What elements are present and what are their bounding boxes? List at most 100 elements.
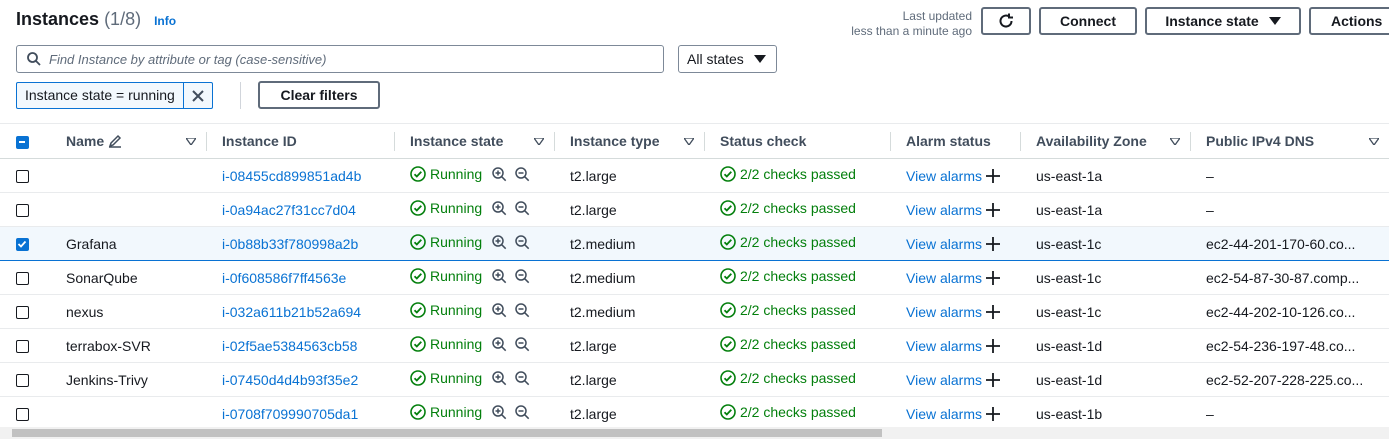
instance-id-link[interactable]: i-07450d4d4b93f35e2 [206, 362, 394, 397]
instance-id-link[interactable]: i-0f608586f7ff4563e [206, 260, 394, 295]
row-checkbox[interactable] [16, 306, 29, 320]
row-checkbox[interactable] [16, 340, 29, 354]
refresh-button[interactable] [981, 7, 1031, 35]
instance-state-text: Running [430, 370, 483, 386]
check-circle-icon [720, 200, 736, 216]
row-checkbox[interactable] [16, 374, 29, 388]
public-dns-cell: ec2-52-207-228-225.co... [1190, 362, 1389, 397]
plus-icon[interactable] [986, 270, 1000, 285]
zoom-in-icon[interactable] [492, 167, 507, 182]
availability-zone-cell: us-east-1a [1020, 158, 1190, 193]
view-alarms-link[interactable]: View alarms [906, 304, 982, 320]
table-row[interactable]: Grafana i-0b88b33f780998a2b Running t2.medi… [0, 226, 1389, 261]
zoom-out-icon[interactable] [515, 167, 530, 182]
zoom-in-icon[interactable] [492, 269, 507, 284]
view-alarms-link[interactable]: View alarms [906, 372, 982, 388]
table-row[interactable]: terrabox-SVR i-02f5ae5384563cb58 Running t2… [0, 328, 1389, 363]
availability-zone-cell: us-east-1c [1020, 226, 1190, 261]
col-public-dns[interactable]: Public IPv4 DNS [1190, 123, 1389, 159]
zoom-out-icon[interactable] [515, 337, 530, 352]
zoom-in-icon[interactable] [492, 201, 507, 216]
search-box[interactable] [16, 45, 664, 73]
col-name[interactable]: Name [50, 123, 206, 159]
row-select-cell [0, 328, 50, 363]
view-alarms-link[interactable]: View alarms [906, 406, 982, 422]
table-row[interactable]: i-0708f709990705da1 Running t2.large 2/2 ch… [0, 396, 1389, 431]
table-row[interactable]: SonarQube i-0f608586f7ff4563e Running t2.me… [0, 260, 1389, 295]
instance-state-cell: Running [394, 192, 554, 227]
zoom-out-icon[interactable] [515, 303, 530, 318]
zoom-out-icon[interactable] [515, 371, 530, 386]
view-alarms-link[interactable]: View alarms [906, 168, 982, 184]
instance-id-link[interactable]: i-02f5ae5384563cb58 [206, 328, 394, 363]
actions-button[interactable]: Actions [1309, 7, 1389, 35]
clear-filters-button[interactable]: Clear filters [258, 81, 380, 109]
check-circle-icon [410, 370, 426, 386]
status-check-cell: 2/2 checks passed [704, 294, 890, 329]
info-link[interactable]: Info [154, 14, 176, 28]
view-alarms-link[interactable]: View alarms [906, 270, 982, 286]
view-alarms-link[interactable]: View alarms [906, 236, 982, 252]
scrollbar-thumb[interactable] [12, 429, 882, 437]
alarm-status-cell: View alarms [890, 226, 1020, 261]
instance-id-link[interactable]: i-0b88b33f780998a2b [206, 226, 394, 261]
instance-id-link[interactable]: i-0a94ac27f31cc7d04 [206, 192, 394, 227]
row-checkbox[interactable] [16, 238, 29, 252]
view-alarms-link[interactable]: View alarms [906, 338, 982, 354]
instance-id-link[interactable]: i-0708f709990705da1 [206, 396, 394, 431]
instance-type-cell: t2.large [554, 328, 704, 363]
status-check-text: 2/2 checks passed [740, 404, 856, 420]
zoom-out-icon[interactable] [515, 405, 530, 420]
select-all-checkbox[interactable] [16, 135, 29, 149]
instance-state-cell: Running [394, 362, 554, 397]
row-checkbox[interactable] [16, 272, 29, 286]
zoom-in-icon[interactable] [492, 303, 507, 318]
connect-button[interactable]: Connect [1039, 7, 1137, 35]
row-checkbox[interactable] [16, 408, 29, 422]
zoom-in-icon[interactable] [492, 371, 507, 386]
search-icon [27, 52, 41, 66]
plus-icon[interactable] [986, 304, 1000, 319]
plus-icon[interactable] [986, 338, 1000, 353]
zoom-in-icon[interactable] [492, 405, 507, 420]
table-row[interactable]: Jenkins-Trivy i-07450d4d4b93f35e2 Running t… [0, 362, 1389, 397]
col-alarm-status[interactable]: Alarm status [890, 123, 1020, 159]
row-checkbox[interactable] [16, 170, 29, 184]
col-instance-type[interactable]: Instance type [554, 123, 704, 159]
table-row[interactable]: i-0a94ac27f31cc7d04 Running t2.large 2/2 ch… [0, 192, 1389, 227]
check-circle-icon [410, 302, 426, 318]
zoom-out-icon[interactable] [515, 201, 530, 216]
col-instance-state[interactable]: Instance state [394, 123, 554, 159]
plus-icon[interactable] [986, 372, 1000, 387]
state-filter-select[interactable]: All states [678, 45, 777, 73]
horizontal-scrollbar[interactable] [0, 427, 1389, 439]
table-row[interactable]: i-08455cd899851ad4b Running t2.large 2/2 ch… [0, 158, 1389, 193]
search-input[interactable] [47, 50, 663, 68]
col-availability-zone[interactable]: Availability Zone [1020, 123, 1190, 159]
row-checkbox[interactable] [16, 204, 29, 218]
zoom-out-icon[interactable] [515, 269, 530, 284]
col-status-check[interactable]: Status check [704, 123, 890, 159]
plus-icon[interactable] [986, 168, 1000, 183]
instance-id-link[interactable]: i-08455cd899851ad4b [206, 158, 394, 193]
zoom-out-icon[interactable] [515, 235, 530, 250]
remove-filter-button[interactable] [182, 83, 212, 108]
plus-icon[interactable] [986, 202, 1000, 217]
plus-icon[interactable] [986, 406, 1000, 421]
col-instance-id[interactable]: Instance ID [206, 123, 394, 159]
status-check-cell: 2/2 checks passed [704, 396, 890, 431]
plus-icon[interactable] [986, 236, 1000, 251]
table-row[interactable]: nexus i-032a611b21b52a694 Running t2.medium… [0, 294, 1389, 329]
instance-state-text: Running [430, 200, 483, 216]
name-cell [50, 158, 206, 193]
instance-state-text: Running [430, 234, 483, 250]
zoom-in-icon[interactable] [492, 337, 507, 352]
instance-type-cell: t2.large [554, 362, 704, 397]
instance-id-link[interactable]: i-032a611b21b52a694 [206, 294, 394, 329]
zoom-in-icon[interactable] [492, 235, 507, 250]
view-alarms-link[interactable]: View alarms [906, 202, 982, 218]
status-check-text: 2/2 checks passed [740, 370, 856, 386]
refresh-icon [999, 13, 1013, 28]
instance-state-button[interactable]: Instance state [1145, 7, 1301, 35]
row-select-cell [0, 158, 50, 193]
